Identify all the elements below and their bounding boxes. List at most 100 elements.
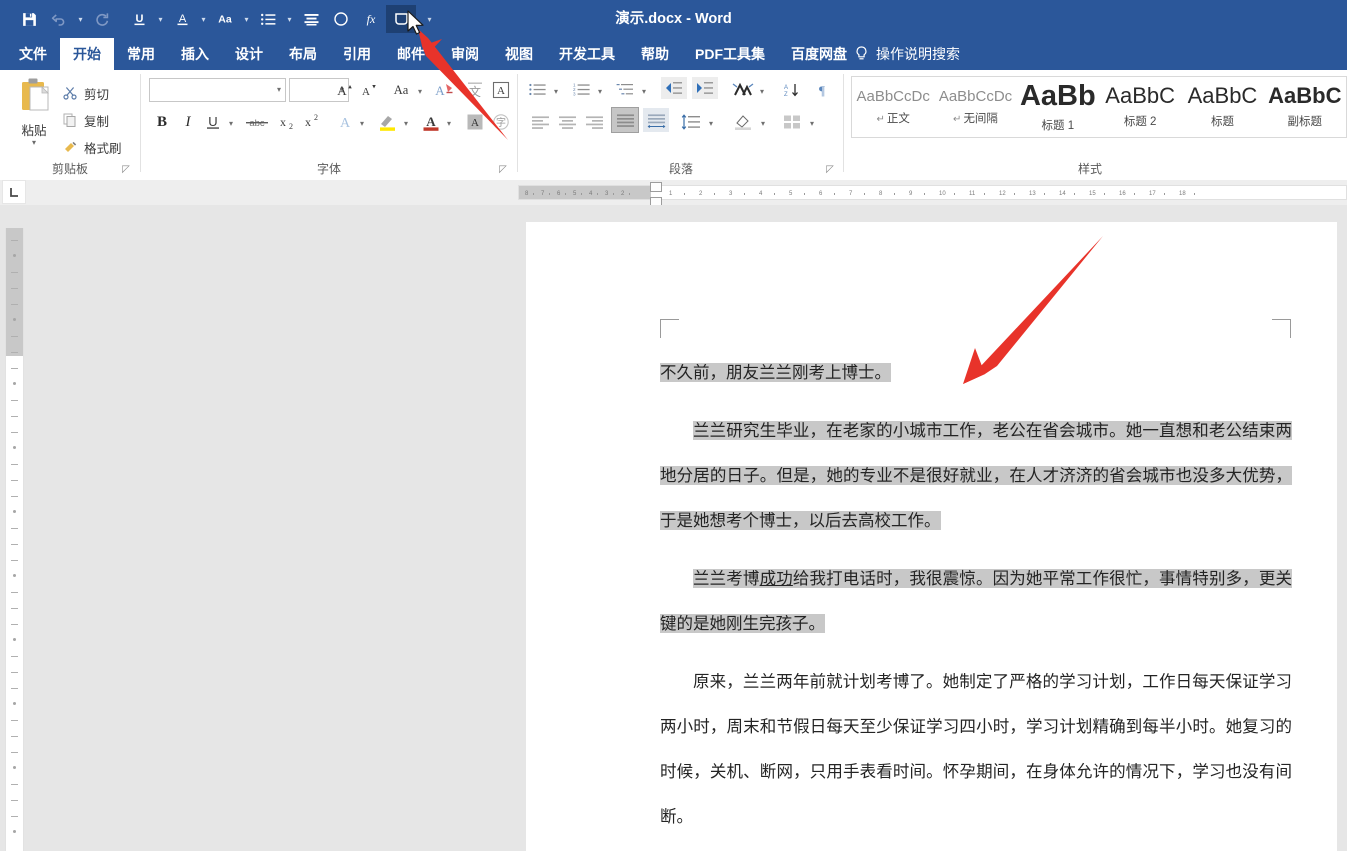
ribbon-tab-11[interactable]: 帮助 [628, 38, 682, 70]
superscript-icon[interactable]: x2 [299, 110, 323, 134]
ribbon-tab-4[interactable]: 设计 [222, 38, 276, 70]
line-spacing-icon[interactable] [678, 110, 704, 134]
ribbon-tab-2[interactable]: 常用 [114, 38, 168, 70]
copy-button[interactable]: 复制 [62, 109, 109, 131]
italic-icon[interactable]: I [179, 110, 197, 134]
ribbon-tab-12[interactable]: PDF工具集 [682, 38, 778, 70]
bullet-list-caret-icon[interactable]: ▾ [283, 5, 296, 33]
font-color-caret-icon[interactable]: ▾ [443, 111, 455, 135]
bullets-icon[interactable] [526, 78, 550, 102]
bullet-list-icon[interactable] [253, 5, 283, 33]
align-left-icon[interactable] [528, 110, 552, 134]
ribbon-tab-7[interactable]: 邮件 [384, 38, 438, 70]
cut-button[interactable]: 剪切 [62, 82, 109, 104]
underline-icon[interactable]: U [124, 5, 154, 33]
character-enclose-icon[interactable]: 字 [489, 110, 513, 134]
font-color-caret-icon[interactable]: ▾ [197, 5, 210, 33]
ribbon-tab-9[interactable]: 视图 [492, 38, 546, 70]
format-painter-button[interactable]: 格式刷 [62, 136, 122, 158]
change-case-caret-icon[interactable]: ▾ [240, 5, 253, 33]
text-highlight-color-icon[interactable] [376, 110, 400, 134]
font-name-caret-icon[interactable]: ▾ [277, 86, 281, 94]
redo-icon[interactable] [87, 5, 117, 33]
align-center-icon[interactable] [555, 110, 579, 134]
paste-button[interactable]: 粘贴 ▾ [12, 76, 56, 147]
decrease-indent-icon[interactable] [661, 77, 687, 99]
styles-gallery[interactable]: AaBbCcDc ↵ 正文 AaBbCcDc ↵ 无间隔 AaBb 标题 1 AaBbC 标题 2… [851, 76, 1347, 138]
shrink-font-icon[interactable]: A ▾ [358, 78, 380, 102]
ribbon-tab-1[interactable]: 开始 [60, 38, 114, 70]
ribbon-tab-0[interactable]: 文件 [6, 38, 60, 70]
bold-icon[interactable]: B [151, 110, 173, 134]
document-paragraph-3[interactable]: 原来，兰兰两年前就计划考博了。她制定了严格的学习计划，工作日每天保证学习两小时，… [660, 659, 1292, 839]
increase-indent-icon[interactable] [692, 77, 718, 99]
paragraph-dialog-launcher[interactable]: ◸ [824, 164, 836, 176]
font-color-icon[interactable]: A [419, 110, 443, 134]
style-item-3[interactable]: AaBbC 标题 2 [1099, 77, 1181, 137]
paste-caret-icon[interactable]: ▾ [12, 139, 56, 147]
character-shading-icon[interactable]: A [463, 110, 487, 134]
vertical-ruler[interactable] [5, 228, 24, 851]
distribute-icon[interactable] [643, 108, 669, 132]
ribbon-tab-13[interactable]: 百度网盘 [778, 38, 860, 70]
underline-caret-icon[interactable]: ▾ [225, 111, 237, 135]
style-item-0[interactable]: AaBbCcDc ↵ 正文 [852, 77, 934, 137]
document-paragraph-1[interactable]: 兰兰研究生毕业，在老家的小城市工作，老公在省会城市。她一直想和老公结束两地分居的… [660, 408, 1292, 543]
underline-icon[interactable]: U [203, 110, 223, 134]
document-page[interactable]: 不久前，朋友兰兰刚考上博士。兰兰研究生毕业，在老家的小城市工作，老公在省会城市。… [526, 222, 1337, 851]
style-item-2[interactable]: AaBb 标题 1 [1017, 77, 1099, 137]
grow-font-icon[interactable]: A ▴ [334, 78, 356, 102]
borders-caret-icon[interactable]: ▾ [806, 111, 818, 135]
document-paragraph-2[interactable]: 兰兰考博成功给我打电话时，我很震惊。因为她平常工作很忙，事情特别多，更关键的是她… [660, 556, 1293, 646]
justify-icon[interactable] [611, 107, 639, 133]
ribbon-tab-10[interactable]: 开发工具 [546, 38, 628, 70]
undo-icon[interactable] [44, 5, 74, 33]
customize-qat-caret-icon[interactable]: ▾ [423, 0, 436, 38]
subscript-icon[interactable]: x2 [274, 110, 298, 134]
change-case-icon[interactable]: Aa [388, 78, 414, 102]
circle-icon[interactable] [326, 5, 356, 33]
phonetic-guide-icon[interactable]: 文 [463, 78, 487, 102]
change-case-caret-icon[interactable]: ▾ [414, 79, 426, 103]
style-item-5[interactable]: AaBbC 副标题 [1264, 77, 1346, 137]
clipboard-dialog-launcher[interactable]: ◸ [120, 164, 132, 176]
formula-icon[interactable]: fx [356, 5, 386, 33]
align-icon[interactable] [296, 5, 326, 33]
style-item-4[interactable]: AaBbC 标题 [1181, 77, 1263, 137]
multilevel-caret-icon[interactable]: ▾ [638, 79, 650, 103]
horizontal-ruler[interactable]: 8 7 6 5 4 3 2 1 2 3 4 5 6 7 8 9 10 11 12 13 14 15 16 17 18 [518, 185, 1347, 200]
document-scroll-area[interactable]: 不久前，朋友兰兰刚考上博士。兰兰研究生毕业，在老家的小城市工作，老公在省会城市。… [518, 205, 1347, 851]
text-effects-icon[interactable]: A [334, 110, 356, 134]
chinese-layout-icon[interactable] [730, 78, 756, 102]
style-item-1[interactable]: AaBbCcDc ↵ 无间隔 [934, 77, 1016, 137]
ribbon-tab-8[interactable]: 审阅 [438, 38, 492, 70]
text-highlight-caret-icon[interactable]: ▾ [400, 111, 412, 135]
change-case-icon[interactable]: Aa [210, 5, 240, 33]
clear-formatting-icon[interactable]: A [433, 78, 457, 102]
ribbon-tab-6[interactable]: 引用 [330, 38, 384, 70]
shading-caret-icon[interactable]: ▾ [757, 111, 769, 135]
underline-caret-icon[interactable]: ▾ [154, 5, 167, 33]
sort-icon[interactable]: AZ [780, 78, 804, 102]
show-formatting-marks-icon[interactable]: ¶ [810, 78, 834, 102]
font-color-icon[interactable]: A [167, 5, 197, 33]
align-right-icon[interactable] [582, 110, 606, 134]
line-spacing-caret-icon[interactable]: ▾ [705, 111, 717, 135]
tab-stop-selector[interactable] [2, 180, 26, 204]
strikethrough-icon[interactable]: abc [243, 110, 271, 134]
character-border-icon[interactable]: A [489, 78, 513, 102]
font-dialog-launcher[interactable]: ◸ [497, 164, 509, 176]
font-name-input[interactable]: ▾ [149, 78, 286, 102]
chinese-layout-caret-icon[interactable]: ▾ [756, 79, 768, 103]
multilevel-list-icon[interactable] [614, 78, 638, 102]
borders-icon[interactable] [780, 110, 804, 134]
document-paragraph-0[interactable]: 不久前，朋友兰兰刚考上博士。 [660, 350, 1292, 395]
numbering-icon[interactable]: 123 [570, 78, 594, 102]
numbering-caret-icon[interactable]: ▾ [594, 79, 606, 103]
document-body-text[interactable]: 不久前，朋友兰兰刚考上博士。兰兰研究生毕业，在老家的小城市工作，老公在省会城市。… [660, 350, 1293, 839]
ribbon-tab-3[interactable]: 插入 [168, 38, 222, 70]
bullets-caret-icon[interactable]: ▾ [550, 79, 562, 103]
first-line-indent-marker[interactable] [650, 182, 662, 192]
tell-me-box[interactable]: 操作说明搜索 [855, 38, 960, 70]
ribbon-tab-5[interactable]: 布局 [276, 38, 330, 70]
